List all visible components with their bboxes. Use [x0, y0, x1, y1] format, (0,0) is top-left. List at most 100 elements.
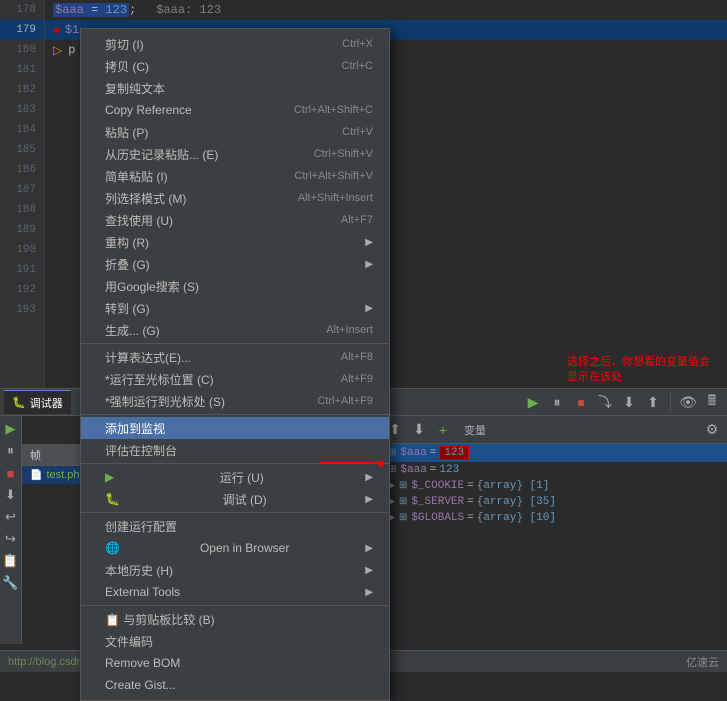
sidebar-icon-8[interactable]: 🔧 — [2, 574, 20, 592]
sidebar-icon-1[interactable]: ▶ — [2, 420, 20, 438]
menu-item-find-usages[interactable]: 查找使用 (U) Alt+F7 — [81, 209, 389, 231]
fold-label: 折叠 (G) — [105, 256, 150, 273]
open-browser-label: Open in Browser — [200, 541, 289, 555]
cut-shortcut: Ctrl+X — [342, 38, 373, 50]
menu-item-copy-plain[interactable]: 复制纯文本 — [81, 77, 389, 99]
sidebar-icon-2[interactable]: ⏸ — [2, 442, 20, 460]
debug-resume-btn[interactable]: ▶ — [522, 391, 544, 413]
var-eq-globals: = — [467, 512, 474, 524]
callout-text: 选择之后，你想看的变量值会显示在该处 — [567, 356, 710, 383]
line-186: 186 — [0, 160, 44, 180]
var-val-aaa-2: 123 — [439, 464, 459, 476]
vars-down-btn[interactable]: ⬇ — [408, 419, 430, 441]
callout-annotation: 选择之后，你想看的变量值会显示在该处 — [567, 355, 717, 386]
context-menu[interactable]: 剪切 (I) Ctrl+X 拷贝 (C) Ctrl+C 复制纯文本 Copy R… — [80, 28, 390, 701]
generate-label: 生成... (G) — [105, 322, 160, 339]
menu-item-create-run[interactable]: 创建运行配置 — [81, 515, 389, 537]
copy-shortcut: Ctrl+C — [342, 60, 373, 72]
menu-item-paste-history[interactable]: 从历史记录粘贴... (E) Ctrl+Shift+V — [81, 143, 389, 165]
paste-history-label: 从历史记录粘贴... (E) — [105, 146, 218, 163]
menu-item-debug[interactable]: 🐛 调试 (D) ▶ — [81, 488, 389, 510]
menu-item-copy[interactable]: 拷贝 (C) Ctrl+C — [81, 55, 389, 77]
menu-item-column-select[interactable]: 列选择模式 (M) Alt+Shift+Insert — [81, 187, 389, 209]
menu-item-remove-bom[interactable]: Remove BOM — [81, 652, 389, 674]
copy-label: 拷贝 (C) — [105, 58, 149, 75]
menu-item-file-encoding[interactable]: 文件编码 — [81, 630, 389, 652]
menu-item-goto[interactable]: 转到 (G) ▶ — [81, 297, 389, 319]
line-185: 185 — [0, 140, 44, 160]
menu-item-copy-ref[interactable]: Copy Reference Ctrl+Alt+Shift+C — [81, 99, 389, 121]
var-name-globals: $GLOBALS — [411, 512, 464, 524]
vars-add-btn[interactable]: + — [432, 419, 454, 441]
paste-shortcut: Ctrl+V — [342, 126, 373, 138]
menu-item-generate[interactable]: 生成... (G) Alt+Insert — [81, 319, 389, 341]
var-item-server[interactable]: ▶ ⊞ $_SERVER = {array} [35] — [380, 494, 727, 510]
evaluate-label: 计算表达式(E)... — [105, 349, 191, 366]
sidebar-icon-3[interactable]: ■ — [2, 464, 20, 482]
evaluate-shortcut: Alt+F8 — [341, 351, 373, 363]
status-right: 亿速云 — [686, 654, 719, 670]
callout-arrow-line — [319, 462, 379, 463]
menu-item-compare-clipboard[interactable]: 📋 与剪贴板比较 (B) — [81, 608, 389, 630]
menu-item-eval-console[interactable]: 评估在控制台 — [81, 439, 389, 461]
line-190: 190 — [0, 240, 44, 260]
menu-item-fold[interactable]: 折叠 (G) ▶ — [81, 253, 389, 275]
debug-pause-btn[interactable]: ⏸ — [546, 391, 568, 413]
menu-item-cut[interactable]: 剪切 (I) Ctrl+X — [81, 33, 389, 55]
menu-item-evaluate[interactable]: 计算表达式(E)... Alt+F8 — [81, 346, 389, 368]
debug-evaluate-btn[interactable]: 🖩 — [701, 391, 723, 413]
refactor-arrow: ▶ — [365, 237, 373, 248]
menu-item-paste[interactable]: 粘贴 (P) Ctrl+V — [81, 121, 389, 143]
var-item-globals[interactable]: ▶ ⊞ $GLOBALS = {array} [10] — [380, 510, 727, 526]
line-179: 179 — [0, 20, 44, 40]
var-val-server: {array} [35] — [477, 496, 556, 508]
callout-arrow-head: ◀ — [375, 458, 383, 469]
debug-watch-btn[interactable]: 👁 — [677, 391, 699, 413]
var-item-aaa-highlighted[interactable]: ⊞ $aaa = 123 — [380, 444, 727, 462]
debug-step-into-btn[interactable]: ⬇ — [618, 391, 640, 413]
sidebar-icon-6[interactable]: ↪ — [2, 530, 20, 548]
var-eq-cookie: = — [467, 480, 474, 492]
sidebar-icon-7[interactable]: 📋 — [2, 552, 20, 570]
run-arrow: ▶ — [365, 472, 373, 483]
simple-paste-label: 简单粘贴 (I) — [105, 168, 168, 185]
sidebar-icon-4[interactable]: ⬇ — [2, 486, 20, 504]
menu-item-run[interactable]: ▶ 运行 (U) ▶ — [81, 466, 389, 488]
menu-item-run-cursor[interactable]: *运行至光标位置 (C) Alt+F9 — [81, 368, 389, 390]
debug-stop-btn[interactable]: ⏹ — [570, 391, 592, 413]
menu-item-simple-paste[interactable]: 简单粘贴 (I) Ctrl+Alt+Shift+V — [81, 165, 389, 187]
debug-step-over-btn[interactable]: ⤵ — [594, 391, 616, 413]
menu-item-create-gist[interactable]: Create Gist... — [81, 674, 389, 696]
menu-item-local-history[interactable]: 本地历史 (H) ▶ — [81, 559, 389, 581]
menu-item-refactor[interactable]: 重构 (R) ▶ — [81, 231, 389, 253]
run-cursor-shortcut: Alt+F9 — [341, 373, 373, 385]
copy-plain-label: 复制纯文本 — [105, 80, 165, 97]
code-line-178: $aaa = 123 ; $aaa: 123 — [45, 0, 727, 20]
debug-step-out-btn[interactable]: ⬆ — [642, 391, 664, 413]
debug-tab-label-debugger: 调试器 — [30, 395, 63, 411]
menu-item-add-watch[interactable]: 添加到监视 — [81, 417, 389, 439]
force-run-cursor-shortcut: Ctrl+Alt+F9 — [317, 395, 373, 407]
var-item-aaa-normal[interactable]: ⊞ $aaa = 123 — [380, 462, 727, 478]
var-name-server: $_SERVER — [411, 496, 464, 508]
debug-tab-debugger[interactable]: 🐛 调试器 — [4, 390, 71, 414]
refactor-label: 重构 (R) — [105, 234, 149, 251]
external-tools-arrow: ▶ — [365, 587, 373, 598]
menu-item-open-browser[interactable]: 🌐 Open in Browser ▶ — [81, 537, 389, 559]
browser-icon: 🌐 — [105, 541, 120, 555]
external-tools-label: External Tools — [105, 585, 180, 599]
var-item-cookie[interactable]: ▶ ⊞ $_COOKIE = {array} [1] — [380, 478, 727, 494]
debug-icon: 🐛 — [105, 492, 120, 506]
menu-item-external-tools[interactable]: External Tools ▶ — [81, 581, 389, 603]
copy-ref-shortcut: Ctrl+Alt+Shift+C — [294, 104, 373, 116]
separator-5 — [81, 605, 389, 606]
vars-settings-btn[interactable]: ⚙ — [701, 419, 723, 441]
debug-tab-icon-debugger: 🐛 — [12, 396, 26, 409]
menu-item-google[interactable]: 用Google搜索 (S) — [81, 275, 389, 297]
menu-item-force-run-cursor[interactable]: *强制运行到光标处 (S) Ctrl+Alt+F9 — [81, 390, 389, 412]
variables-panel: ⬆ ⬇ + 变量 ⚙ ⊞ $aaa = 123 ⊞ $aaa = 123 ▶ ⊞… — [380, 416, 727, 644]
debug-arrow: ▶ — [365, 494, 373, 505]
line-178: 178 — [0, 0, 44, 20]
line-193: 193 — [0, 300, 44, 320]
sidebar-icon-5[interactable]: ↩ — [2, 508, 20, 526]
